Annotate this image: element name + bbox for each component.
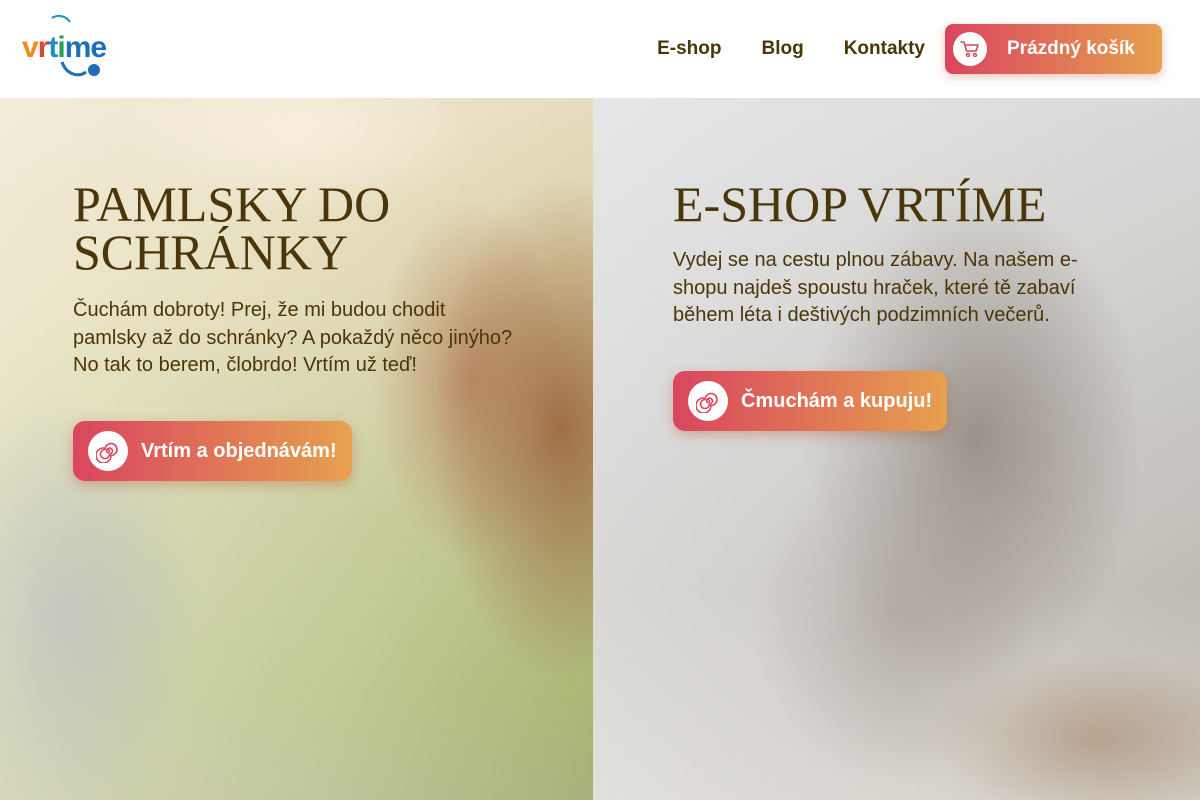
hero-treats-panel: PAMLSKY DO SCHRÁNKY Čuchám dobroty! Prej… [0,98,593,800]
nav-link-eshop[interactable]: E-shop [657,38,721,60]
nav-link-blog[interactable]: Blog [761,38,803,60]
spiral-icon [696,392,718,413]
site-header: vrtime E-shop Blog Kontakty Prázdný koší… [0,0,1200,98]
hero-treats-text: Čuchám dobroty! Prej, že mi budou chodit… [73,299,513,376]
cart-icon-circle [953,32,987,66]
hero-eshop-text: Vydej se na cestu plnou zábavy. Na našem… [673,249,1078,326]
cart-icon [960,41,979,58]
main-nav: E-shop Blog Kontakty Prázdný košík [657,24,1162,74]
hero-treats-title: PAMLSKY DO SCHRÁNKY [73,179,553,277]
order-treats-label: Vrtím a objednávám! [141,439,337,462]
shop-toys-label: Čmuchám a kupuju! [741,389,933,412]
hero-treats-title-line2: SCHRÁNKY [73,224,349,280]
cta-icon-circle [88,431,128,471]
hero-eshop-title: E-SHOP VRTÍME [673,176,1047,232]
shop-toys-button[interactable]: Čmuchám a kupuju! [673,371,948,431]
logo-link[interactable]: vrtime [22,14,108,80]
cart-label: Prázdný košík [1007,38,1135,59]
hero-eshop-panel: E-SHOP VRTÍME Vydej se na cestu plnou zá… [593,98,1200,800]
cta-icon-circle [688,381,728,421]
spiral-icon [96,442,118,463]
cart-button[interactable]: Prázdný košík [945,24,1162,74]
order-treats-button[interactable]: Vrtím a objednávám! [73,421,352,481]
nav-link-contacts[interactable]: Kontakty [844,38,925,60]
logo-wordmark: vrtime [22,31,107,64]
